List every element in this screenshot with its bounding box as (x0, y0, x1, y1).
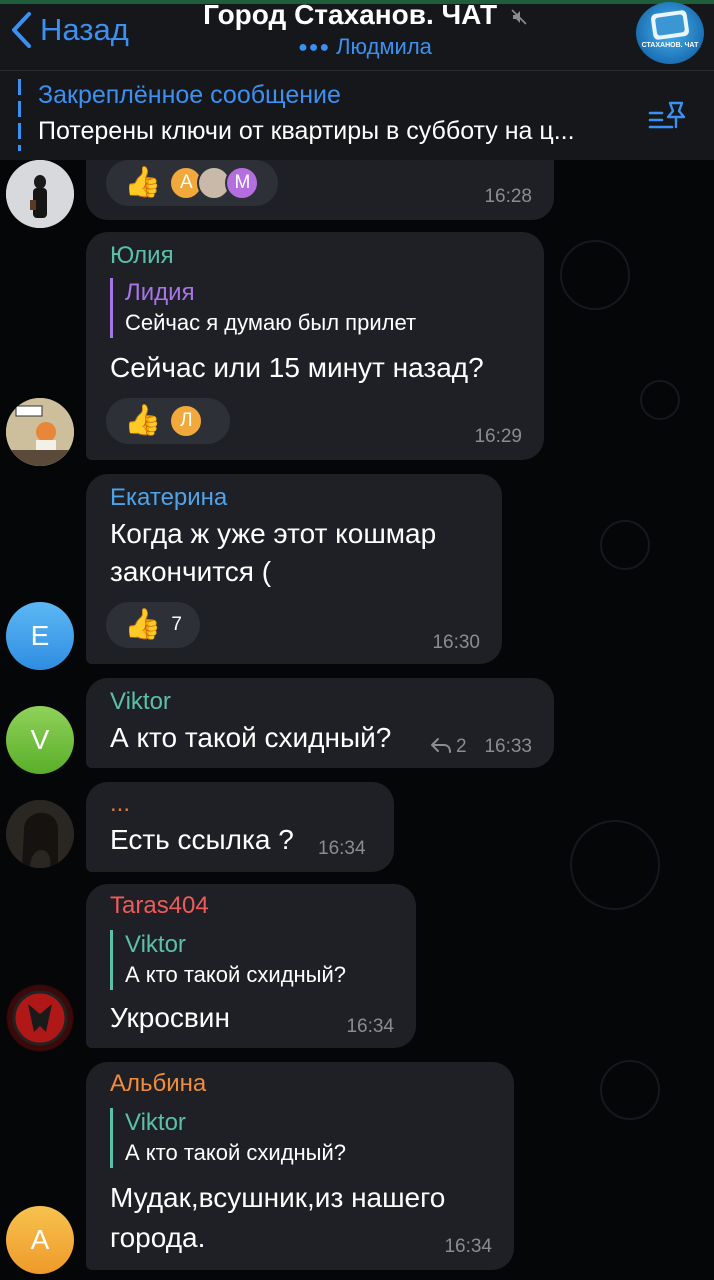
reply-author: Лидия (125, 279, 195, 306)
message-bubble[interactable]: Viktor А кто такой схидный? 2 16:33 (86, 678, 554, 768)
message-text-line: Мудак,всушник,из нашего (110, 1182, 446, 1213)
person-photo-icon (6, 800, 74, 868)
reaction-chip[interactable]: 👍 7 (106, 602, 200, 648)
background-doodle (600, 1060, 660, 1120)
sender-avatar[interactable] (6, 398, 74, 466)
reactor-avatar: Л (169, 404, 204, 438)
message-time: 16:34 (318, 838, 366, 859)
background-doodle (560, 240, 630, 310)
message-text-line: закончится ( (110, 556, 272, 587)
typing-dots-icon: ●●● (298, 39, 331, 57)
reply-quote[interactable]: Viktor А кто такой схидный? (110, 930, 346, 990)
message-text: Есть ссылка ? (110, 824, 294, 855)
avatar-caption: СТАХАНОВ. ЧАТ (641, 42, 699, 49)
sender-name: Юлия (110, 242, 174, 269)
sender-avatar[interactable]: V (6, 706, 74, 774)
reaction-chip[interactable]: 👍 А М (106, 160, 278, 206)
message-time: 16:34 (346, 1016, 394, 1037)
sender-name: ... (110, 790, 131, 817)
message-time: 16:30 (432, 632, 480, 653)
mute-icon (511, 9, 527, 25)
reply-arrow-icon (431, 738, 451, 753)
back-button[interactable]: Назад (10, 8, 129, 52)
message-text: Укросвин (110, 1002, 230, 1033)
reaction-emoji: 👍 (124, 166, 162, 199)
reply-text: А кто такой схидный? (125, 962, 347, 987)
message-bubble[interactable]: ... Есть ссылка ? 16:34 (86, 782, 394, 872)
chat-header: Назад Город Стаханов. ЧАТ ●●● Людмила СТА… (0, 0, 714, 160)
sender-avatar[interactable] (6, 160, 74, 228)
chevron-left-icon (12, 12, 31, 48)
sender-name: Taras404 (110, 892, 209, 919)
avatar-initial: Е (30, 620, 50, 651)
message-text-line: Когда ж уже этот кошмар (110, 518, 437, 549)
avatar-initial: V (30, 724, 50, 755)
background-doodle (570, 820, 660, 910)
reply-quote[interactable]: Viktor А кто такой схидный? (110, 1108, 346, 1168)
reactor-avatar: М (225, 166, 260, 200)
reaction-emoji: 👍 (124, 404, 162, 437)
sender-name: Viktor (110, 688, 171, 715)
chat-title: Город Стаханов. ЧАТ (203, 0, 498, 30)
sender-name: Екатерина (110, 484, 228, 511)
sender-name: Альбина (110, 1070, 207, 1097)
chat-avatar[interactable]: СТАХАНОВ. ЧАТ (636, 2, 704, 64)
pinned-text: Потерены ключи от квартиры в субботу на … (38, 117, 575, 145)
sender-avatar[interactable]: Е (6, 602, 74, 670)
replies-count: 2 (456, 736, 467, 757)
message-time: 16:28 (484, 186, 532, 207)
pinned-title: Закреплённое сообщение (38, 81, 341, 109)
reply-text: Сейчас я думаю был прилет (125, 310, 417, 335)
background-doodle (640, 380, 680, 420)
reaction-count: 7 (171, 614, 182, 635)
horde-emblem-icon (7, 985, 73, 1051)
tv-logo-icon (650, 9, 690, 41)
message-bubble[interactable]: 👍 А М 16:28 (86, 150, 554, 220)
reply-quote[interactable]: Лидия Сейчас я думаю был прилет (110, 278, 416, 338)
pinned-indicator (18, 79, 21, 151)
back-label: Назад (40, 12, 129, 47)
message-time: 16:29 (474, 426, 522, 447)
avatar-initial: А (30, 1224, 50, 1255)
chat-title-area[interactable]: Город Стаханов. ЧАТ ●●● Людмила (150, 0, 580, 60)
message-bubble[interactable]: Альбина Viktor А кто такой схидный? Муда… (86, 1062, 514, 1270)
message-text: А кто такой схидный? (110, 722, 392, 753)
person-photo-icon (6, 160, 74, 228)
message-bubble[interactable]: Taras404 Viktor А кто такой схидный? Укр… (86, 884, 416, 1048)
typing-indicator: ●●● Людмила (150, 34, 580, 60)
sender-avatar[interactable] (6, 984, 74, 1052)
reply-text: А кто такой схидный? (125, 1140, 347, 1165)
sender-avatar[interactable]: А (6, 1206, 74, 1274)
reaction-emoji: 👍 (124, 608, 162, 641)
typing-user: Людмила (336, 34, 432, 59)
reply-author: Viktor (125, 931, 186, 958)
message-time: 16:34 (444, 1236, 492, 1257)
pinned-list-icon[interactable] (648, 99, 688, 133)
sender-avatar[interactable] (6, 800, 74, 868)
pinned-message-bar[interactable]: Закреплённое сообщение Потерены ключи от… (0, 70, 714, 160)
message-time: 16:33 (484, 736, 532, 757)
cartoon-avatar-icon (6, 398, 74, 466)
reaction-chip[interactable]: 👍 Л (106, 398, 230, 444)
message-bubble[interactable]: Екатерина Когда ж уже этот кошмар законч… (86, 474, 502, 664)
background-doodle (600, 520, 650, 570)
message-text-line: города. (110, 1222, 206, 1253)
reply-author: Viktor (125, 1109, 186, 1136)
message-text: Сейчас или 15 минут назад? (110, 352, 484, 383)
message-bubble[interactable]: Юлия Лидия Сейчас я думаю был прилет Сей… (86, 232, 544, 460)
